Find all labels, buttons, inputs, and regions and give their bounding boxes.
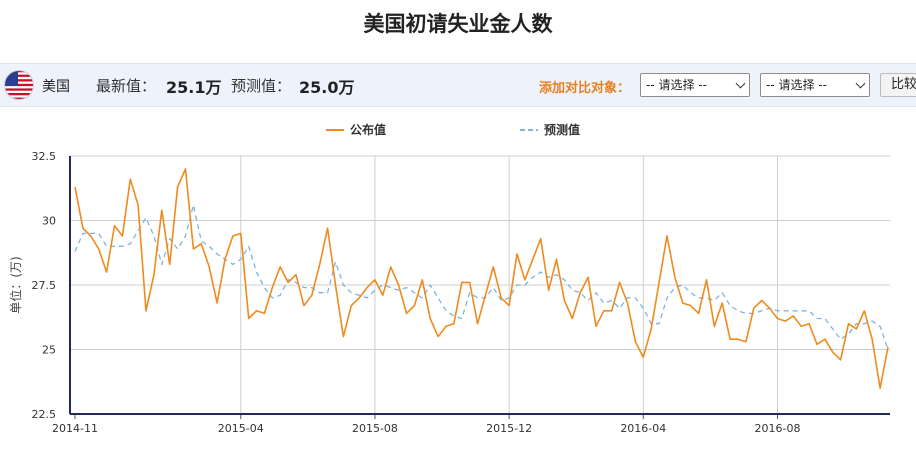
x-tick-label: 2015-12 (486, 422, 532, 435)
y-tick-label: 22.5 (32, 408, 57, 421)
y-tick-label: 32.5 (32, 150, 57, 163)
legend-label: 公布值 (350, 122, 386, 137)
x-tick-label: 2015-04 (218, 422, 264, 435)
y-tick-label: 25 (42, 344, 56, 357)
y-tick-label: 30 (42, 215, 56, 228)
series-line-actual (74, 168, 889, 390)
x-tick-label: 2014-11 (52, 422, 98, 435)
x-tick-label: 2016-08 (755, 422, 801, 435)
chart-area: 22.5 25 27.5 30 32.5 2014-11 2015-04 2015-08 201… (8, 122, 890, 435)
y-axis-label: 单位：(万) (8, 256, 23, 313)
x-tick-label: 2015-08 (352, 422, 398, 435)
series-line-forecast (74, 204, 889, 350)
y-tick-label: 27.5 (32, 279, 57, 292)
x-tick-label: 2016-04 (620, 422, 666, 435)
legend-label: 预测值 (544, 122, 580, 137)
